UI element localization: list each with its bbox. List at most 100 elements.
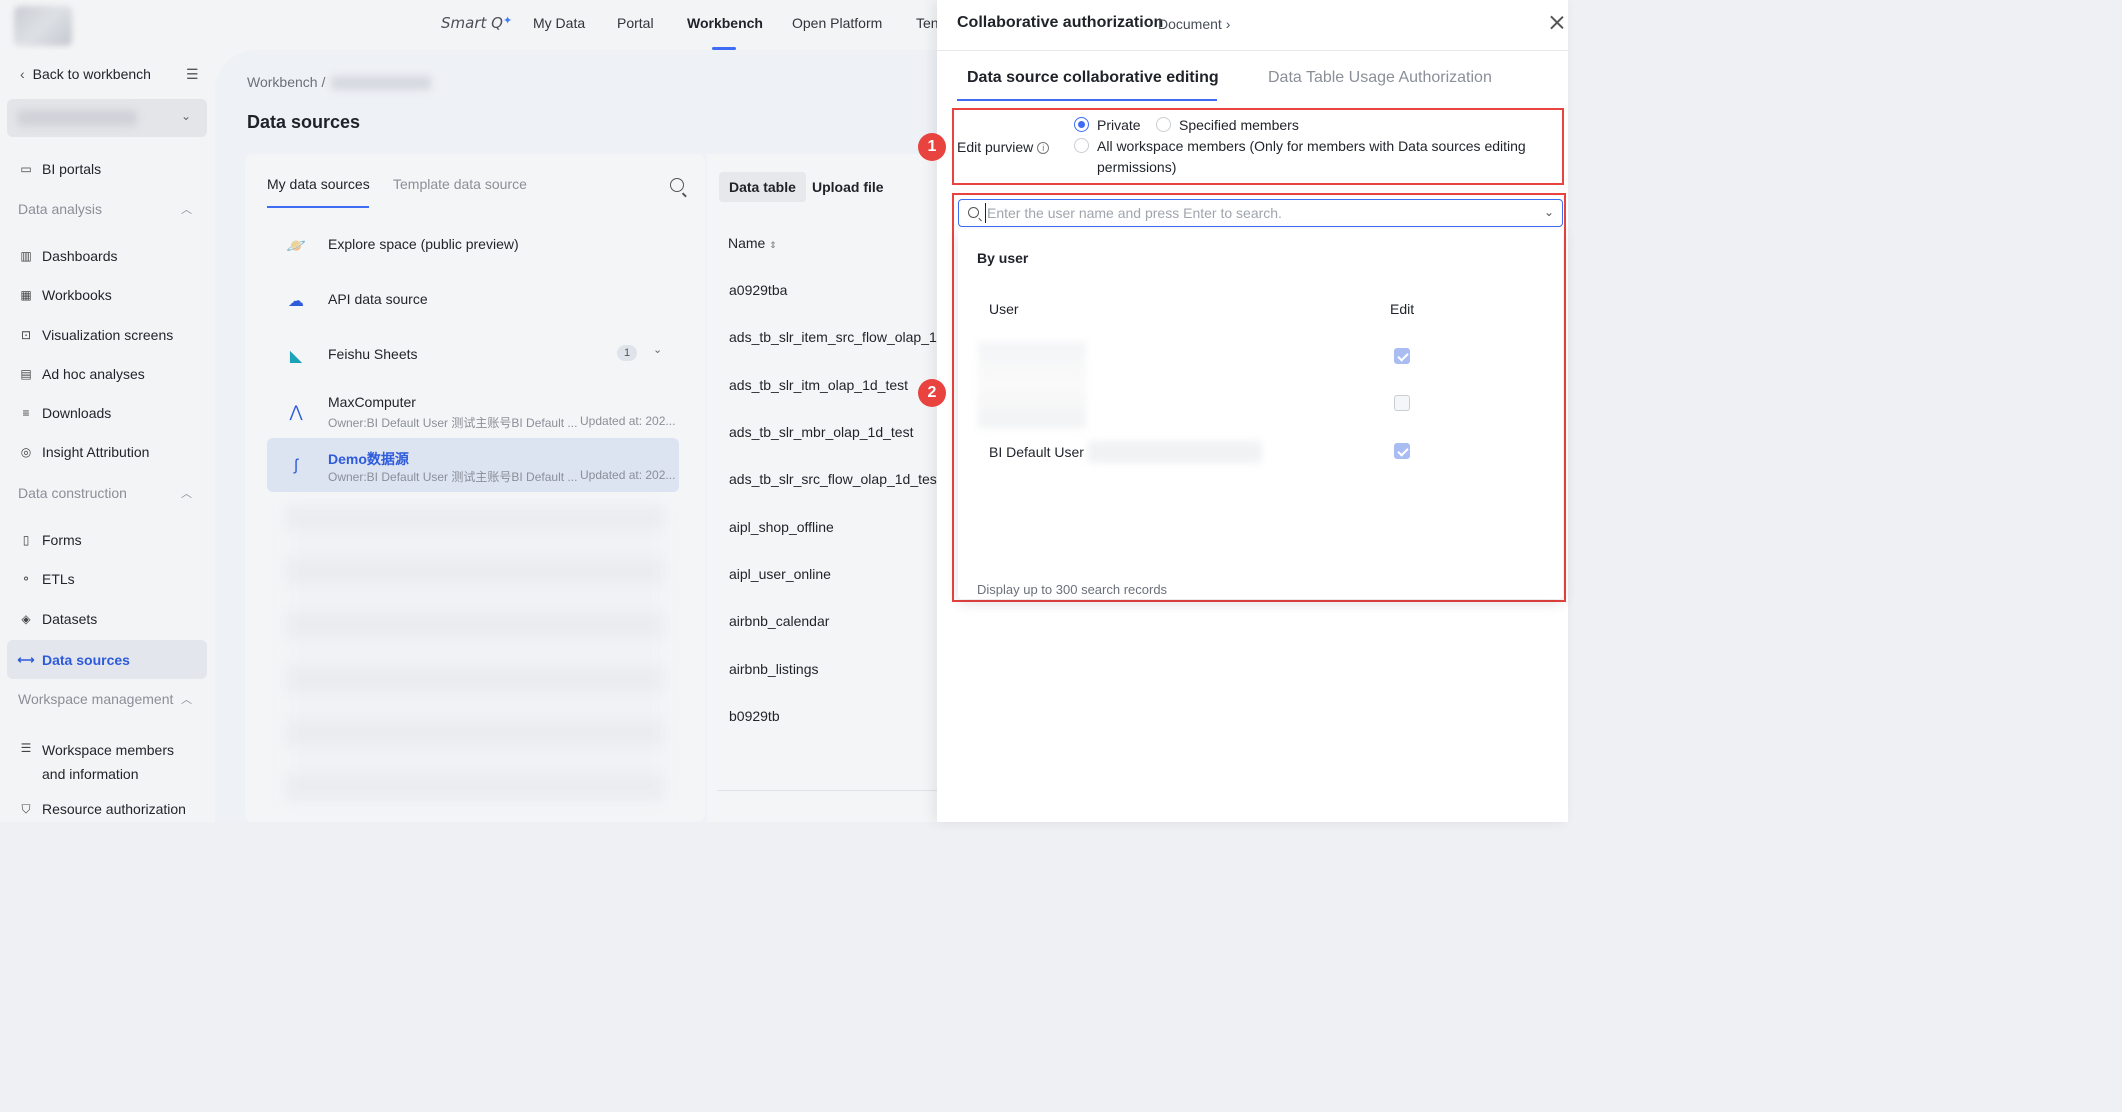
- sidebar-item-dashboards[interactable]: ▥ Dashboards: [18, 248, 117, 264]
- adhoc-icon: ▤: [20, 367, 32, 381]
- collapse-sidebar-icon[interactable]: ☰: [186, 66, 199, 83]
- count-badge: 1: [617, 345, 637, 361]
- edit-checkbox[interactable]: [1394, 443, 1410, 459]
- datasource-icon: ⟷: [17, 652, 35, 667]
- insight-icon: ◎: [20, 445, 32, 459]
- breadcrumb: Workbench /: [247, 74, 432, 91]
- data-source-list-panel: My data sources Template data source 🪐 E…: [245, 154, 734, 822]
- data-source-item[interactable]: 🪐 Explore space (public preview): [267, 218, 679, 272]
- data-source-item-selected[interactable]: ʃ Demo数据源 Owner:BI Default User 测试主账号BI …: [267, 438, 679, 492]
- user-column-header: User: [989, 301, 1019, 317]
- maxcompute-icon: ⋀: [289, 404, 303, 421]
- sidebar-item-bi-portals[interactable]: ▭ BI portals: [18, 161, 101, 177]
- sidebar-group-workspace-management[interactable]: Workspace management ︿: [18, 691, 192, 707]
- user-search-input[interactable]: [985, 203, 1525, 223]
- blurred-user-detail: [1088, 441, 1262, 463]
- sidebar: ‹ Back to workbench ☰ ⌄ ▭ BI portals Data …: [0, 50, 215, 822]
- info-icon[interactable]: i: [1037, 142, 1050, 155]
- download-icon: ≡: [22, 406, 30, 420]
- table-row[interactable]: airbnb_listings: [729, 661, 819, 677]
- table-row[interactable]: aipl_shop_offline: [729, 519, 834, 535]
- table-row[interactable]: airbnb_calendar: [729, 613, 829, 629]
- data-source-item[interactable]: ◣ Feishu Sheets 1 ⌄: [267, 328, 679, 382]
- radio-specified-members[interactable]: Specified members: [1156, 115, 1299, 136]
- search-limit-note: Display up to 300 search records: [977, 582, 1168, 597]
- edit-checkbox[interactable]: [1394, 348, 1410, 364]
- chevron-right-icon: ›: [1225, 16, 1231, 32]
- workspace-select[interactable]: ⌄: [7, 99, 207, 137]
- tab-data-table-usage-authorization[interactable]: Data Table Usage Authorization: [1268, 69, 1492, 87]
- portal-icon: ▭: [20, 162, 32, 176]
- page-title: Data sources: [247, 112, 361, 132]
- data-source-item[interactable]: ☁ API data source: [267, 273, 679, 327]
- workbook-icon: ▦: [20, 288, 32, 302]
- dataset-icon: ◈: [21, 612, 31, 626]
- sidebar-item-resource-authorization[interactable]: ⛉ Resource authorization: [18, 801, 186, 817]
- topnav-my-data[interactable]: My Data: [533, 15, 585, 31]
- name-column-header[interactable]: Name ⇕: [728, 235, 777, 251]
- sidebar-item-etls[interactable]: ⚬ ETLs: [18, 571, 75, 587]
- tab-data-source-collaborative-editing[interactable]: Data source collaborative editing: [967, 69, 1219, 87]
- data-source-item[interactable]: ⋀ MaxComputer Owner:BI Default User 测试主账…: [267, 384, 679, 438]
- sidebar-group-data-analysis[interactable]: Data analysis ︿: [18, 201, 192, 217]
- sidebar-item-visualization-screens[interactable]: ⊡ Visualization screens: [18, 327, 173, 343]
- user-search-dropdown: By user User Edit BI Default User Displa…: [958, 229, 1563, 599]
- table-row[interactable]: aipl_user_online: [729, 566, 831, 582]
- shield-icon: ⛉: [21, 801, 31, 816]
- chevron-up-icon: ︿: [181, 694, 192, 706]
- radio-all-workspace-members[interactable]: All workspace members (Only for members …: [1074, 136, 1526, 178]
- table-row[interactable]: ads_tb_slr_item_src_flow_olap_1d: [729, 329, 945, 345]
- sidebar-item-forms[interactable]: ▯ Forms: [18, 532, 82, 548]
- sidebar-item-insight-attribution[interactable]: ◎ Insight Attribution: [18, 444, 150, 460]
- chevron-up-icon: ︿: [181, 204, 192, 216]
- feishu-icon: ◣: [289, 348, 303, 365]
- radio-private[interactable]: Private: [1074, 115, 1141, 136]
- drawer-title: Collaborative authorization: [957, 14, 1164, 31]
- topnav-open-platform[interactable]: Open Platform: [792, 15, 882, 31]
- sidebar-item-workbooks[interactable]: ▦ Workbooks: [18, 287, 111, 303]
- sidebar-item-datasets[interactable]: ◈ Datasets: [18, 611, 97, 627]
- sidebar-item-downloads[interactable]: ≡ Downloads: [18, 405, 111, 421]
- sidebar-item-data-sources[interactable]: ⟷ Data sources: [7, 640, 207, 679]
- back-to-workbench-link[interactable]: ‹ Back to workbench: [20, 66, 151, 82]
- sidebar-item-workspace-members[interactable]: ☰ Workspace members and information: [18, 738, 174, 786]
- table-row[interactable]: ads_tb_slr_mbr_olap_1d_test: [729, 424, 913, 440]
- table-row[interactable]: ads_tb_slr_itm_olap_1d_test: [729, 377, 908, 393]
- topnav-ten[interactable]: Ten: [916, 15, 939, 31]
- table-row[interactable]: ads_tb_slr_src_flow_olap_1d_test: [729, 471, 941, 487]
- explore-icon: 🪐: [286, 238, 306, 255]
- user-search-field[interactable]: ⌄: [958, 199, 1563, 227]
- brand-logo[interactable]: Smart Q✦: [441, 14, 512, 32]
- sort-icon: ⇕: [769, 240, 777, 250]
- close-icon[interactable]: [1549, 14, 1565, 30]
- sparkle-icon: ✦: [502, 14, 513, 27]
- marker-1: 1: [918, 133, 946, 161]
- upload-file-button[interactable]: Upload file: [802, 172, 894, 202]
- tab-active-indicator: [267, 206, 369, 208]
- search-icon: [968, 207, 979, 218]
- tab-my-data-sources[interactable]: My data sources: [267, 176, 370, 192]
- table-row[interactable]: b0929tb: [729, 708, 780, 724]
- chevron-down-icon[interactable]: ⌄: [653, 343, 662, 356]
- blurred-user-names: [978, 342, 1086, 428]
- members-icon: ☰: [20, 741, 32, 755]
- demo-icon: ʃ: [294, 457, 298, 474]
- topnav-workbench[interactable]: Workbench: [687, 15, 763, 31]
- search-icon[interactable]: [670, 178, 684, 192]
- data-table-button[interactable]: Data table: [719, 172, 806, 202]
- table-row[interactable]: a0929tba: [729, 282, 787, 298]
- tab-active-indicator: [957, 99, 1217, 101]
- sidebar-group-data-construction[interactable]: Data construction ︿: [18, 485, 192, 501]
- chevron-down-icon[interactable]: ⌄: [1544, 205, 1554, 219]
- form-icon: ▯: [22, 533, 30, 547]
- api-icon: ☁: [288, 293, 304, 310]
- blurred-list-area: [285, 504, 665, 804]
- topnav-portal[interactable]: Portal: [617, 15, 654, 31]
- chevron-left-icon: ‹: [20, 66, 25, 82]
- chevron-down-icon: ⌄: [180, 109, 191, 123]
- sidebar-item-ad-hoc-analyses[interactable]: ▤ Ad hoc analyses: [18, 366, 144, 382]
- tab-template-data-source[interactable]: Template data source: [393, 176, 527, 192]
- document-link[interactable]: Document ›: [1158, 16, 1230, 32]
- workspace-logo[interactable]: [14, 6, 72, 46]
- edit-checkbox[interactable]: [1394, 395, 1410, 411]
